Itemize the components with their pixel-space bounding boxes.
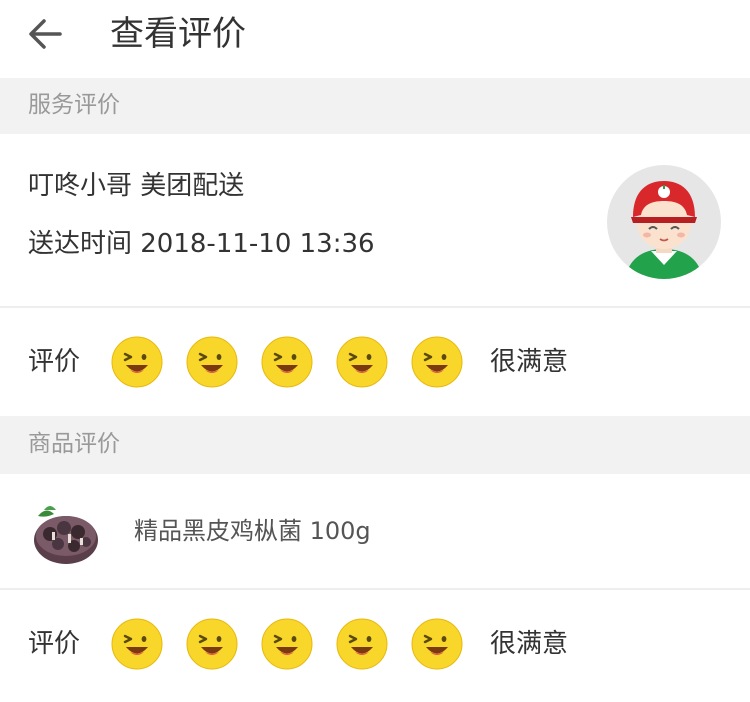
courier-avatar-icon xyxy=(607,165,721,279)
service-rating-label: 评价 xyxy=(28,347,81,377)
product-rating-label: 评价 xyxy=(28,629,81,659)
smiley-face-icon xyxy=(111,618,163,670)
back-button[interactable] xyxy=(22,14,70,54)
product-item: 精品黑皮鸡枞菌 100g xyxy=(0,474,750,588)
product-rating-text: 很满意 xyxy=(490,629,569,659)
product-name: 精品黑皮鸡枞菌 100g xyxy=(134,517,371,545)
service-star-4[interactable] xyxy=(336,336,388,388)
divider xyxy=(0,306,750,308)
smiley-face-icon xyxy=(411,618,463,670)
smiley-face-icon xyxy=(411,336,463,388)
service-rating-row: 评价 很满意 xyxy=(0,310,750,414)
divider xyxy=(0,588,750,590)
smiley-face-icon xyxy=(111,336,163,388)
service-rating-text: 很满意 xyxy=(490,347,569,377)
delivery-time: 送达时间 2018-11-10 13:36 xyxy=(28,229,375,259)
arrow-left-icon xyxy=(29,19,62,49)
product-star-1[interactable] xyxy=(111,618,163,670)
product-star-5[interactable] xyxy=(411,618,463,670)
service-star-5[interactable] xyxy=(411,336,463,388)
smiley-face-icon xyxy=(261,336,313,388)
top-bar: 查看评价 xyxy=(0,0,750,78)
courier-name: 叮咚小哥 美团配送 xyxy=(28,171,245,201)
product-star-4[interactable] xyxy=(336,618,388,670)
smiley-face-icon xyxy=(186,618,238,670)
smiley-face-icon xyxy=(186,336,238,388)
service-section-header: 服务评价 xyxy=(0,78,750,134)
smiley-face-icon xyxy=(336,618,388,670)
service-star-1[interactable] xyxy=(111,336,163,388)
page-title: 查看评价 xyxy=(110,14,246,54)
service-star-2[interactable] xyxy=(186,336,238,388)
product-star-2[interactable] xyxy=(186,618,238,670)
product-rating-row: 评价 很满意 xyxy=(0,592,750,700)
service-star-3[interactable] xyxy=(261,336,313,388)
smiley-face-icon xyxy=(261,618,313,670)
product-star-3[interactable] xyxy=(261,618,313,670)
mushroom-thumbnail-icon xyxy=(30,496,102,568)
product-section-header: 商品评价 xyxy=(0,416,750,474)
smiley-face-icon xyxy=(336,336,388,388)
